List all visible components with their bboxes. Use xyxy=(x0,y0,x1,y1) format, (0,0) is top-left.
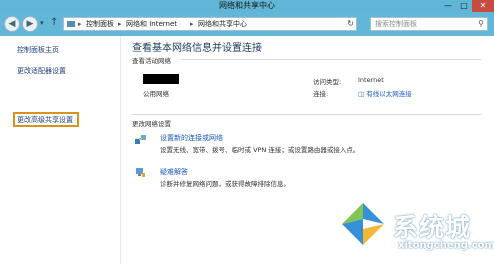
troubleshoot-icon xyxy=(136,168,145,177)
sidebar-item-control-panel-home[interactable]: 控制面板主页 xyxy=(17,45,59,55)
section-divider xyxy=(181,59,481,60)
up-button[interactable]: ↑ xyxy=(50,17,58,28)
setup-new-connection-link[interactable]: 设置新的连接或网络 xyxy=(160,133,223,143)
ethernet-icon: ◫ xyxy=(358,90,365,98)
recent-pages-dropdown[interactable]: ▾ xyxy=(40,19,44,27)
title-bar: 网络和共享中心 — □ ✕ xyxy=(0,0,494,12)
network-category: 公用网络 xyxy=(143,90,169,98)
troubleshoot-desc: 诊断并修复网络问题，或获得故障排除信息。 xyxy=(160,180,290,188)
breadcrumb-control-panel[interactable]: 控制面板 xyxy=(86,18,114,30)
network-name-redacted xyxy=(143,74,179,84)
sidebar: 控制面板主页 更改适配器设置 更改高级共享设置 xyxy=(0,36,121,264)
watermark-url: xitongcheng.com xyxy=(398,240,494,251)
setup-new-connection-desc: 设置无线、宽带、拨号、临时或 VPN 连接；或设置路由器或接入点。 xyxy=(160,146,360,154)
address-field[interactable]: ▸ 控制面板 ▸ 网络和 Internet ▸ 网络和共享中心 ↻ xyxy=(63,17,357,31)
troubleshoot-link[interactable]: 疑难解答 xyxy=(160,167,188,177)
connection-name[interactable]: 有线以太网连接 xyxy=(366,90,412,98)
breadcrumb-separator[interactable]: ▸ xyxy=(78,18,82,30)
minimize-button[interactable]: — xyxy=(440,0,456,12)
active-networks-label: 查看活动网络 xyxy=(132,57,171,65)
page-title: 查看基本网络信息并设置连接 xyxy=(132,43,262,54)
breadcrumb-separator[interactable]: ▸ xyxy=(118,18,122,30)
section-divider xyxy=(132,114,481,115)
watermark-brand: 系统城 xyxy=(393,213,472,242)
window-title: 网络和共享中心 xyxy=(219,1,275,10)
breadcrumb-separator[interactable]: ▸ xyxy=(190,18,194,30)
breadcrumb-network-internet[interactable]: 网络和 Internet xyxy=(126,18,177,30)
control-panel-icon xyxy=(67,21,75,27)
search-input[interactable]: 搜索控制面板 ⚲ xyxy=(370,17,488,31)
sidebar-item-change-adapter-settings[interactable]: 更改适配器设置 xyxy=(17,66,66,76)
access-type-label: 访问类型: xyxy=(313,78,342,86)
connections-label: 连接: xyxy=(313,90,329,98)
breadcrumb-network-sharing-center[interactable]: 网络和共享中心 xyxy=(198,18,247,30)
search-icon[interactable]: ⚲ xyxy=(478,18,484,30)
connection-link[interactable]: ◫ 有线以太网连接 xyxy=(358,88,412,98)
forward-button[interactable]: ▶ xyxy=(22,16,38,32)
watermark-logo-icon xyxy=(342,203,384,245)
change-settings-label: 更改网络设置 xyxy=(132,120,171,128)
back-button[interactable]: ◀ xyxy=(4,16,20,32)
address-toolbar: ◀ ▶ ▾ ↑ ▸ 控制面板 ▸ 网络和 Internet ▸ 网络和共享中心 … xyxy=(0,12,494,36)
maximize-button[interactable]: □ xyxy=(456,0,472,12)
sidebar-item-change-advanced-sharing[interactable]: 更改高级共享设置 xyxy=(17,115,73,125)
refresh-icon[interactable]: ↻ xyxy=(347,18,354,30)
access-type-value: Internet xyxy=(358,76,384,84)
new-connection-icon xyxy=(135,135,146,144)
search-placeholder: 搜索控制面板 xyxy=(375,20,417,28)
close-button[interactable]: ✕ xyxy=(472,0,494,12)
